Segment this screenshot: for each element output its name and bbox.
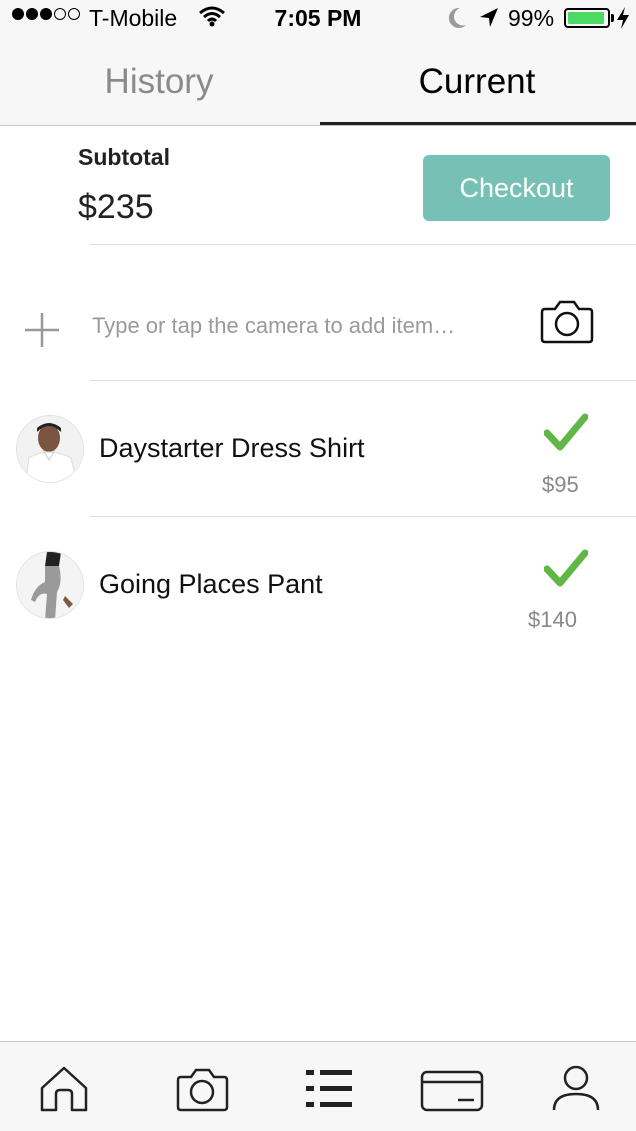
moon-icon bbox=[446, 6, 468, 36]
check-icon[interactable] bbox=[543, 413, 589, 453]
check-icon[interactable] bbox=[543, 549, 589, 589]
segment-tabs: History Current bbox=[0, 38, 636, 126]
item-name: Going Places Pant bbox=[99, 569, 323, 599]
list-item[interactable]: Going Places Pant $140 bbox=[0, 517, 636, 653]
plus-icon[interactable] bbox=[24, 312, 60, 348]
profile-icon[interactable] bbox=[550, 1064, 606, 1114]
item-thumbnail bbox=[16, 415, 84, 483]
status-bar: T-Mobile 7:05 PM 99% bbox=[0, 0, 636, 38]
camera-icon[interactable] bbox=[174, 1064, 230, 1114]
item-price: $95 bbox=[542, 472, 579, 497]
tab-history[interactable]: History bbox=[0, 38, 318, 126]
active-tab-indicator bbox=[320, 122, 636, 125]
list-item[interactable]: Daystarter Dress Shirt $95 bbox=[0, 381, 636, 517]
location-arrow-icon bbox=[478, 6, 500, 36]
subtotal-label: Subtotal bbox=[78, 144, 170, 170]
checkout-button[interactable]: Checkout bbox=[423, 155, 610, 221]
battery-icon bbox=[564, 8, 610, 28]
item-price: $140 bbox=[528, 607, 577, 632]
add-item-input[interactable] bbox=[92, 308, 512, 344]
bottom-nav bbox=[0, 1041, 636, 1131]
battery-percent: 99% bbox=[508, 5, 555, 31]
camera-icon[interactable] bbox=[540, 298, 594, 344]
item-name: Daystarter Dress Shirt bbox=[99, 433, 365, 463]
divider bbox=[90, 244, 636, 245]
item-thumbnail bbox=[16, 551, 84, 619]
charging-bolt-icon bbox=[616, 6, 630, 36]
subtotal-value: $235 bbox=[78, 188, 154, 226]
tab-current[interactable]: Current bbox=[318, 38, 636, 126]
list-icon[interactable] bbox=[302, 1064, 358, 1114]
card-icon[interactable] bbox=[420, 1064, 484, 1114]
home-icon[interactable] bbox=[36, 1064, 92, 1114]
